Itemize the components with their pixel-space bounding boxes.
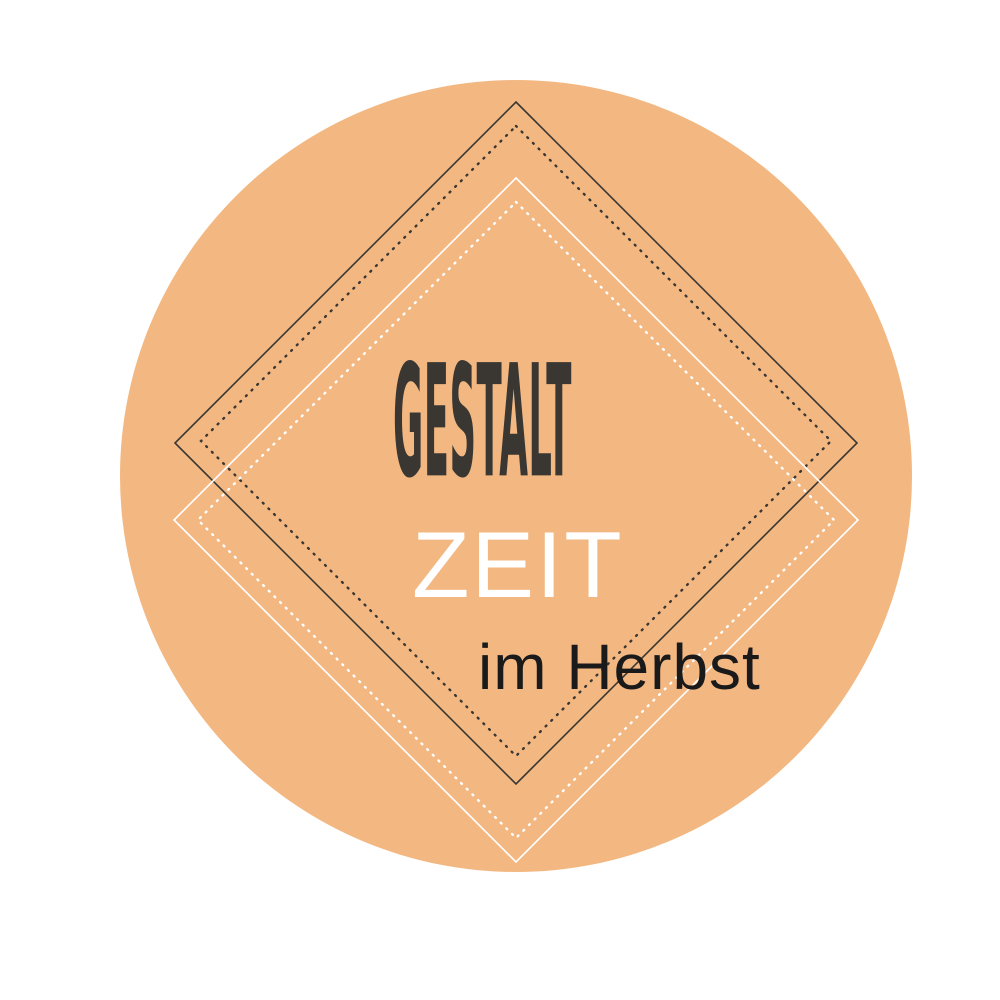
logo-canvas: Gestalt ZEIT im Herbst bbox=[0, 0, 1000, 1000]
logo-tagline: im Herbst bbox=[478, 631, 761, 703]
logo-subtitle: ZEIT bbox=[412, 512, 624, 617]
